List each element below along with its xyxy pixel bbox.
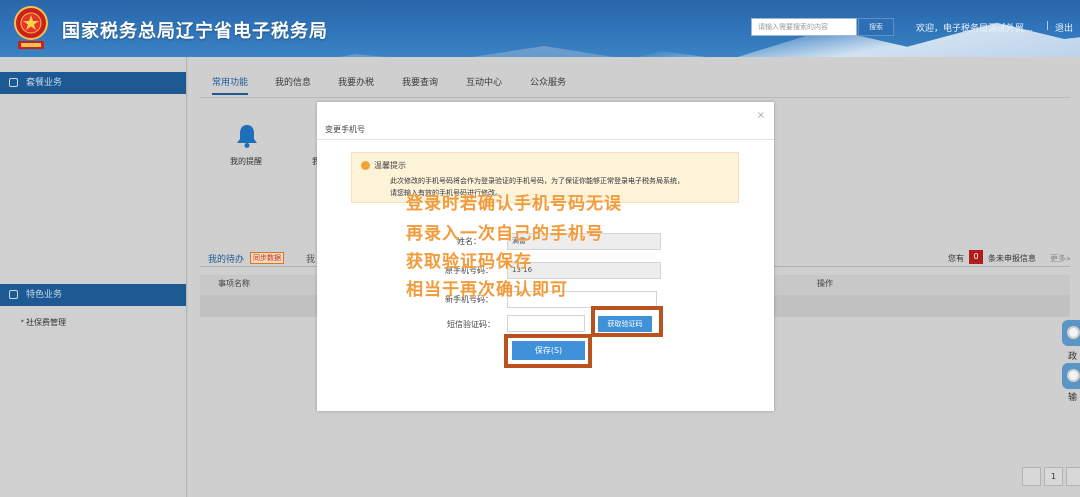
header-separator: | (1046, 21, 1050, 31)
tab-common-functions[interactable]: 常用功能 (212, 75, 249, 95)
top-header: 国家税务总局辽宁省电子税务局 请输入需要搜索的内容 搜索 欢迎，电子税务局测试外… (0, 0, 1080, 57)
sidebar-section-special[interactable]: 特色业务 (0, 284, 186, 306)
notice-text: 此次修改的手机号码将会作为登录验证的手机号码，为了保证你能够正常登录电子税务局系… (390, 177, 684, 185)
search-button[interactable]: 搜索 (858, 18, 894, 36)
change-phone-dialog: × 变更手机号 温馨提示 此次修改的手机号码将会作为登录验证的手机号码，为了保证… (317, 102, 774, 411)
bell-icon[interactable] (236, 123, 258, 149)
site-title: 国家税务总局辽宁省电子税务局 (62, 21, 328, 42)
package-icon (9, 78, 18, 87)
annotation-line: 再录入一次自己的手机号 (406, 224, 604, 244)
pager-prev-button[interactable] (1022, 467, 1041, 486)
tab-query[interactable]: 我要查询 (402, 75, 438, 88)
annotation-line: 相当于再次确认即可 (406, 280, 568, 300)
close-icon[interactable]: × (757, 110, 765, 121)
column-item-name: 事项名称 (218, 279, 250, 288)
sidebar-section-label: 套餐业务 (26, 78, 63, 88)
logout-link[interactable]: 退出 (1055, 21, 1073, 34)
tab-tax-handling[interactable]: 我要办税 (338, 75, 374, 88)
search-input[interactable]: 请输入需要搜索的内容 (751, 18, 857, 36)
tax-emblem-icon (14, 6, 48, 49)
sms-code-input[interactable] (507, 315, 585, 332)
more-link[interactable]: 更多» (1050, 253, 1071, 264)
tab-my-todo[interactable]: 我的待办 (208, 252, 244, 265)
dialog-title: 变更手机号 (325, 125, 365, 134)
sidebar-item-social-security[interactable]: 社保费管理 (20, 317, 66, 328)
sidebar-section-package[interactable]: 套餐业务 (0, 72, 186, 94)
chat-icon (1067, 369, 1080, 382)
float-input-button[interactable] (1062, 363, 1080, 389)
annotation-line: 登录时若确认手机号码无误 (406, 194, 622, 214)
tab-todo-2[interactable]: 我 (306, 252, 315, 265)
float-policy-label[interactable]: 政 (1068, 349, 1077, 362)
column-operation: 操作 (817, 279, 833, 288)
sync-data-badge[interactable]: 同步数据 (250, 252, 284, 264)
float-policy-button[interactable] (1062, 320, 1080, 346)
pager-next-button[interactable] (1066, 467, 1080, 486)
warning-icon (361, 161, 370, 170)
welcome-user-link[interactable]: 欢迎，电子税务局测试外贸... (916, 21, 1033, 34)
chat-icon (1067, 326, 1080, 339)
grid-icon (9, 290, 18, 299)
unreported-count-badge[interactable]: 0 (969, 250, 983, 264)
tab-interaction[interactable]: 互动中心 (466, 75, 502, 88)
unreported-text: 条未申报信息 (988, 254, 1036, 263)
sidebar-section-label: 特色业务 (26, 290, 63, 300)
get-verification-code-button[interactable]: 获取验证码 (598, 316, 652, 332)
save-button[interactable]: 保存(S) (512, 341, 585, 360)
quick-item-reminders[interactable]: 我的提醒 (230, 156, 262, 167)
dialog-title-divider (317, 139, 774, 140)
pager-page-1[interactable]: 1 (1044, 467, 1063, 486)
left-sidebar: 套餐业务 特色业务 社保费管理 (0, 57, 187, 497)
float-input-label[interactable]: 输 (1068, 390, 1077, 403)
tab-public-service[interactable]: 公众服务 (530, 75, 566, 88)
sms-code-label: 短信验证码： (447, 320, 495, 329)
tab-my-info[interactable]: 我的信息 (275, 75, 311, 88)
unreported-prefix: 您有 (948, 254, 964, 263)
tab-divider (200, 97, 1070, 98)
notice-title: 温馨提示 (374, 161, 406, 170)
annotation-line: 获取验证码保存 (406, 252, 532, 272)
